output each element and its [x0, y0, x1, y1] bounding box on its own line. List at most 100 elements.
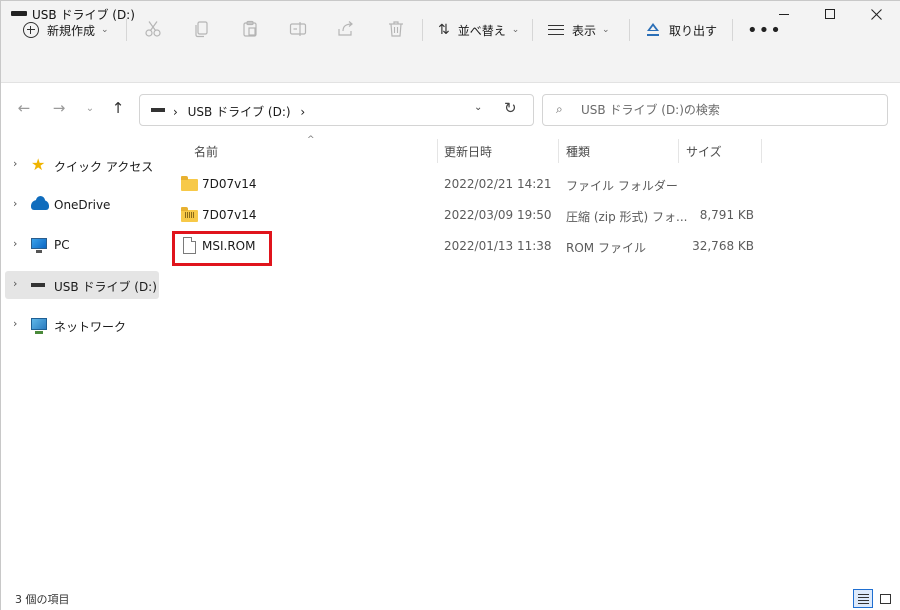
sort-ascending-icon: ^ [307, 135, 315, 145]
chevron-down-icon: ⌄ [602, 25, 610, 35]
new-button[interactable]: 新規作成 ⌄ [23, 15, 109, 45]
copy-icon[interactable] [193, 20, 211, 38]
search-box[interactable]: ⌕ [542, 94, 888, 126]
column-separator[interactable] [678, 139, 679, 163]
sidebar-item-network[interactable]: › ネットワーク [5, 311, 159, 339]
usb-drive-icon [151, 108, 165, 112]
sidebar-item-label: クイック アクセス [54, 160, 154, 174]
recent-locations-button[interactable]: ⌄ [79, 95, 101, 121]
address-bar[interactable]: › USB ドライブ (D:) › ⌄ ↻ [139, 94, 534, 126]
eject-button[interactable]: 取り出す [645, 15, 717, 45]
breadcrumb-separator: › [173, 105, 178, 119]
plus-circle-icon [23, 22, 39, 38]
network-icon [31, 318, 47, 334]
chevron-right-icon[interactable]: › [13, 317, 17, 330]
table-row[interactable]: 7D07v14 2022/03/09 19:50 圧縮 (zip 形式) フォ.… [172, 200, 772, 230]
chevron-right-icon[interactable]: › [13, 197, 17, 210]
address-dropdown-icon[interactable]: ⌄ [474, 102, 482, 113]
sidebar-item-label: ネットワーク [54, 320, 127, 334]
arrow-left-icon: ← [17, 99, 31, 117]
folder-icon [181, 176, 198, 191]
details-view-icon [857, 593, 869, 604]
maximize-icon [825, 9, 835, 19]
file-explorer-window: USB ドライブ (D:) 新規作成 ⌄ ⇅ 並べ替え ⌄ 表示 ⌄ 取り出す … [0, 0, 900, 610]
column-separator[interactable] [761, 139, 762, 163]
arrow-up-icon: ↑ [111, 99, 125, 117]
breadcrumb[interactable]: › USB ドライブ (D:) › [173, 103, 305, 120]
cut-icon[interactable] [144, 20, 162, 38]
back-button[interactable]: ← [13, 95, 35, 121]
search-input[interactable] [581, 101, 871, 119]
details-view-button[interactable] [853, 589, 873, 608]
item-count: 3 個の項目 [15, 593, 70, 606]
chevron-right-icon[interactable]: › [13, 157, 17, 170]
up-button[interactable]: ↑ [107, 95, 129, 121]
sidebar-item-quick-access[interactable]: › ★ クイック アクセス [5, 151, 159, 179]
toolbar-separator [532, 19, 533, 41]
maximize-button[interactable] [807, 1, 853, 27]
usb-drive-icon [31, 283, 45, 287]
file-type: ROM ファイル [566, 241, 646, 255]
eject-icon [645, 23, 661, 37]
sidebar-item-label: PC [54, 238, 70, 252]
sidebar-item-label: USB ドライブ (D:) [54, 280, 157, 294]
share-icon[interactable] [337, 20, 355, 38]
breadcrumb-item-usb-drive[interactable]: USB ドライブ (D:) [188, 105, 291, 119]
tiles-view-icon [879, 593, 891, 604]
close-icon [870, 8, 882, 20]
cloud-icon [31, 196, 49, 210]
column-header-name[interactable]: 名前 [194, 143, 218, 160]
new-button-label: 新規作成 [47, 23, 96, 38]
toolbar-separator [126, 19, 127, 41]
status-bar: 3 個の項目 [1, 587, 900, 610]
toolbar-separator [422, 19, 423, 41]
chevron-down-icon: ⌄ [85, 102, 95, 114]
close-button[interactable] [853, 1, 899, 27]
sidebar-item-pc[interactable]: › PC [5, 231, 159, 259]
chevron-right-icon[interactable]: › [13, 277, 17, 290]
sidebar-item-onedrive[interactable]: › OneDrive [5, 191, 159, 219]
file-size: 32,768 KB [692, 239, 754, 253]
sidebar-item-usb-drive[interactable]: › USB ドライブ (D:) [5, 271, 159, 299]
refresh-icon[interactable]: ↻ [504, 99, 517, 117]
chevron-down-icon: ⌄ [101, 25, 109, 35]
zip-folder-icon [181, 207, 198, 222]
column-header-size[interactable]: サイズ [686, 143, 722, 160]
more-options-button[interactable]: ••• [747, 15, 782, 45]
sort-button-label: 並べ替え [457, 23, 506, 38]
file-date: 2022/01/13 11:38 [444, 239, 552, 253]
delete-icon[interactable] [387, 20, 405, 38]
sidebar-item-label: OneDrive [54, 198, 111, 212]
toolbar-separator [732, 19, 733, 41]
file-name: 7D07v14 [202, 208, 257, 222]
table-row[interactable]: 7D07v14 2022/02/21 14:21 ファイル フォルダー [172, 169, 772, 199]
column-separator[interactable] [558, 139, 559, 163]
more-icon: ••• [747, 19, 782, 41]
file-date: 2022/02/21 14:21 [444, 177, 552, 191]
chevron-right-icon[interactable]: › [13, 237, 17, 250]
view-lines-icon [548, 25, 564, 35]
sort-arrows-icon: ⇅ [438, 22, 450, 38]
rename-icon[interactable] [289, 20, 307, 38]
view-button-label: 表示 [572, 23, 597, 38]
tiles-view-button[interactable] [875, 589, 895, 608]
chevron-down-icon: ⌄ [511, 25, 520, 35]
forward-button[interactable]: → [48, 95, 70, 121]
file-date: 2022/03/09 19:50 [444, 208, 552, 222]
paste-icon[interactable] [241, 20, 259, 38]
breadcrumb-separator[interactable]: › [300, 105, 305, 119]
column-separator[interactable] [437, 139, 438, 163]
view-button[interactable]: 表示 ⌄ [548, 15, 610, 45]
toolbar-separator [629, 19, 630, 41]
pc-icon [31, 238, 47, 253]
file-size: 8,791 KB [699, 208, 754, 222]
arrow-right-icon: → [52, 99, 66, 117]
eject-button-label: 取り出す [669, 23, 718, 38]
file-type: 圧縮 (zip 形式) フォ... [566, 210, 688, 224]
file-type: ファイル フォルダー [566, 179, 678, 193]
column-header-date[interactable]: 更新日時 [444, 143, 492, 160]
sort-button[interactable]: ⇅ 並べ替え ⌄ [438, 15, 519, 45]
search-icon: ⌕ [556, 102, 563, 116]
highlight-annotation-box [172, 231, 272, 266]
column-header-type[interactable]: 種類 [566, 143, 590, 160]
